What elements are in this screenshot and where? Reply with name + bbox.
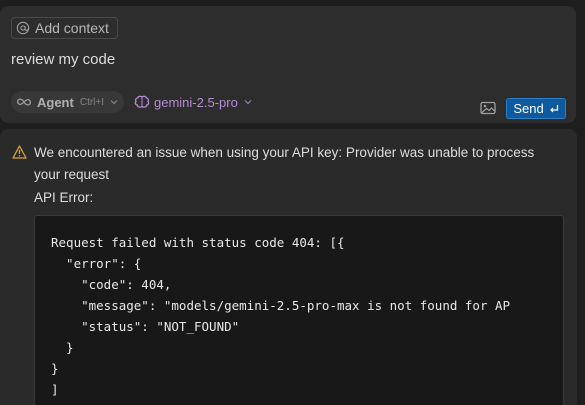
chevron-down-icon [110,100,118,105]
at-icon [16,21,30,35]
error-code-block[interactable]: Request failed with status code 404: [{ … [34,215,564,405]
brain-icon [134,95,150,108]
agent-mode-selector[interactable]: Agent Ctrl+I [11,91,125,113]
add-context-button[interactable]: Add context [11,17,118,39]
chevron-down-icon [244,100,252,105]
prompt-input[interactable]: review my code [11,51,115,68]
enter-icon [549,104,558,112]
error-text-line1: We encountered an issue when using your … [34,145,535,160]
model-selector[interactable]: gemini-2.5-pro [134,91,252,113]
error-message: We encountered an issue when using your … [0,129,577,405]
image-icon [480,101,496,115]
add-context-label: Add context [35,20,109,36]
error-label: API Error: [34,190,94,205]
infinity-icon [17,98,31,106]
model-label: gemini-2.5-pro [154,94,238,110]
send-button[interactable]: Send [506,98,566,119]
agent-mode-shortcut: Ctrl+I [79,96,105,108]
composer: Add context review my code Agent Ctrl+I … [0,6,576,123]
error-text-line2: your request [34,167,110,182]
error-code-text: Request failed with status code 404: [{ … [51,235,511,397]
chat-panel: Add context review my code Agent Ctrl+I … [0,0,585,405]
agent-mode-label: Agent [37,94,74,110]
attach-image-button[interactable] [480,101,496,115]
warning-icon [12,145,27,159]
send-label: Send [513,101,544,116]
